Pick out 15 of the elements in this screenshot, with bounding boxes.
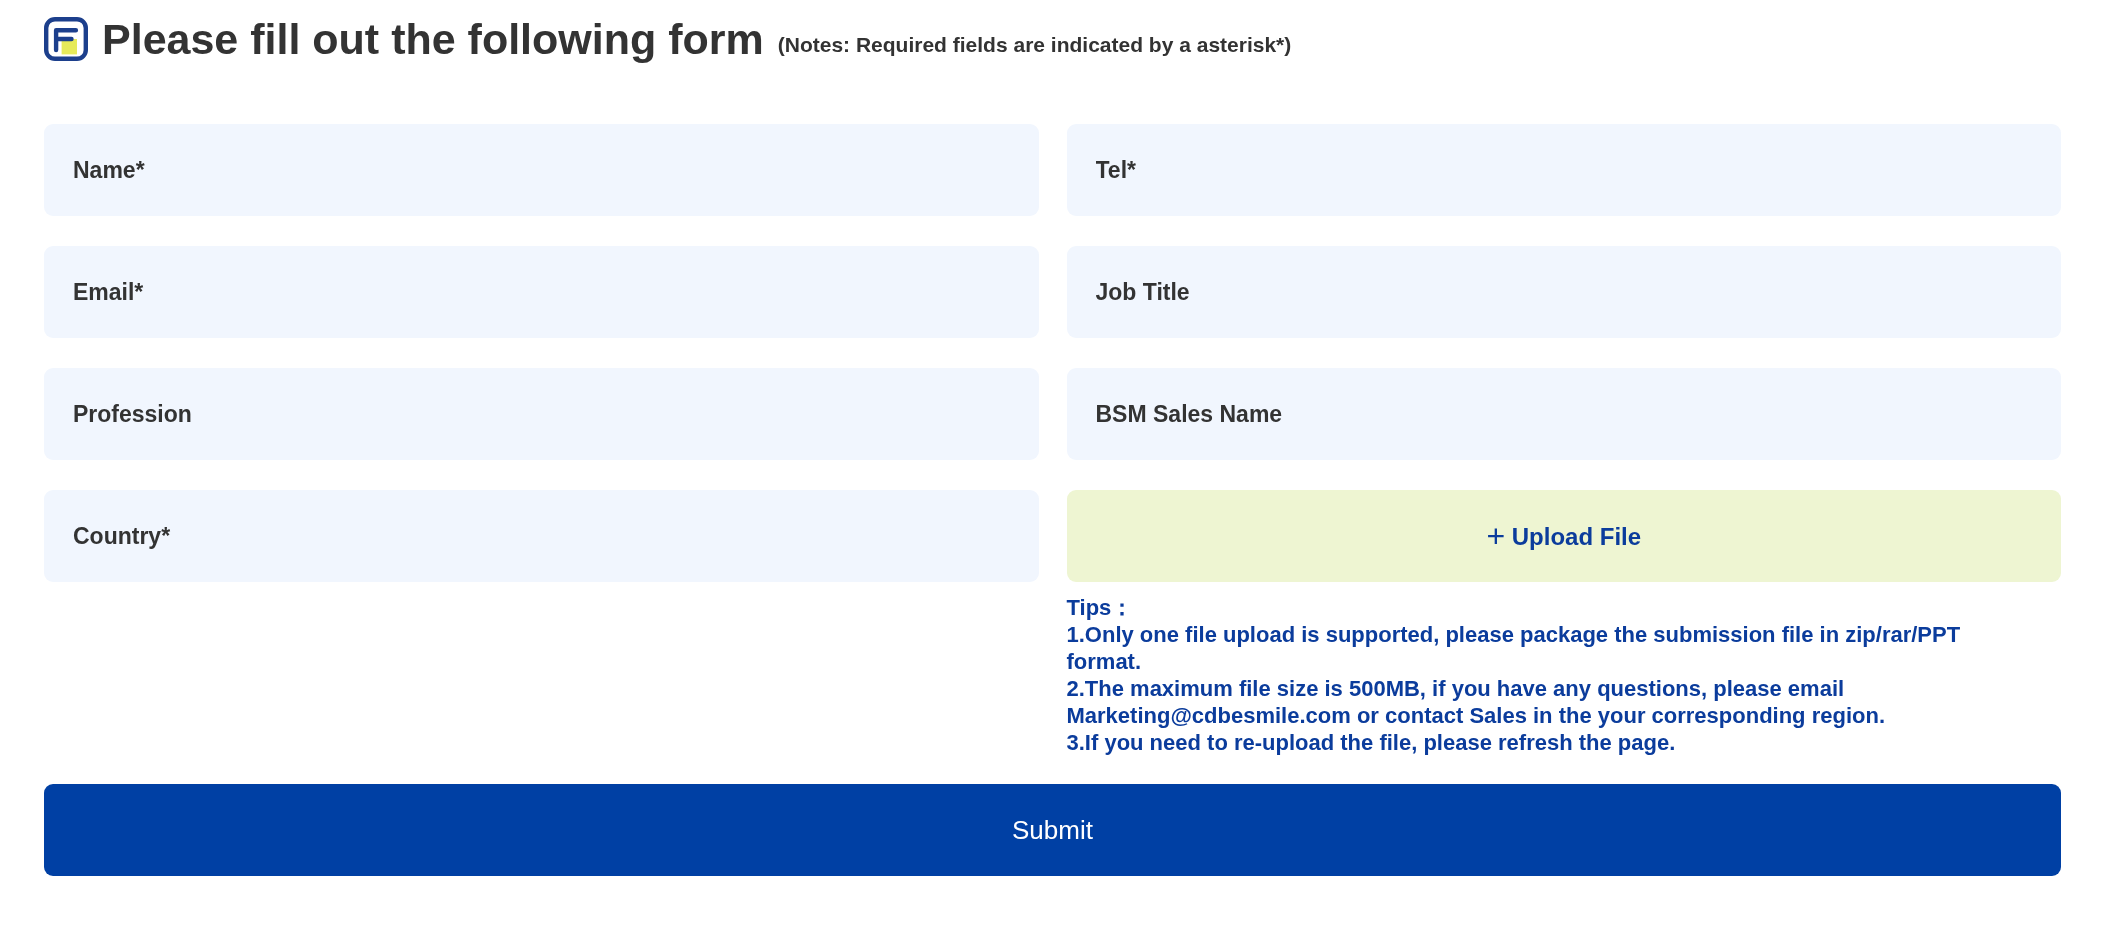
input-field[interactable]: Tel*: [1066, 124, 2061, 216]
tip-text: 2.The maximum file size is 500MB, if you have any questions, please email Marketing@cdbesmile.com or contact Sales in the your corresponding region.: [1066, 675, 1886, 729]
submit-button[interactable]: Submit: [44, 784, 2061, 876]
input-field[interactable]: Name*: [44, 124, 1039, 216]
tip-text: 1.Only one file upload is supported, please package the submission file in zip/rar/PPT format.: [1066, 621, 1962, 675]
required-note: (Notes: Required fields are indicated by a asterisk*): [777, 33, 1292, 57]
tip-text: 3.If you need to re-upload the file, please refresh the page.: [1066, 729, 1677, 756]
form-icon: [44, 17, 88, 61]
input-field[interactable]: BSM Sales Name: [1066, 368, 2061, 460]
input-field[interactable]: Job Title: [1066, 246, 2061, 338]
form-title: Please fill out the following form: [102, 14, 764, 64]
input-field[interactable]: Country*: [44, 490, 1039, 582]
input-field[interactable]: Profession: [44, 368, 1039, 460]
tip-text: Tips：: [1066, 594, 1135, 621]
input-field[interactable]: Email*: [44, 246, 1039, 338]
